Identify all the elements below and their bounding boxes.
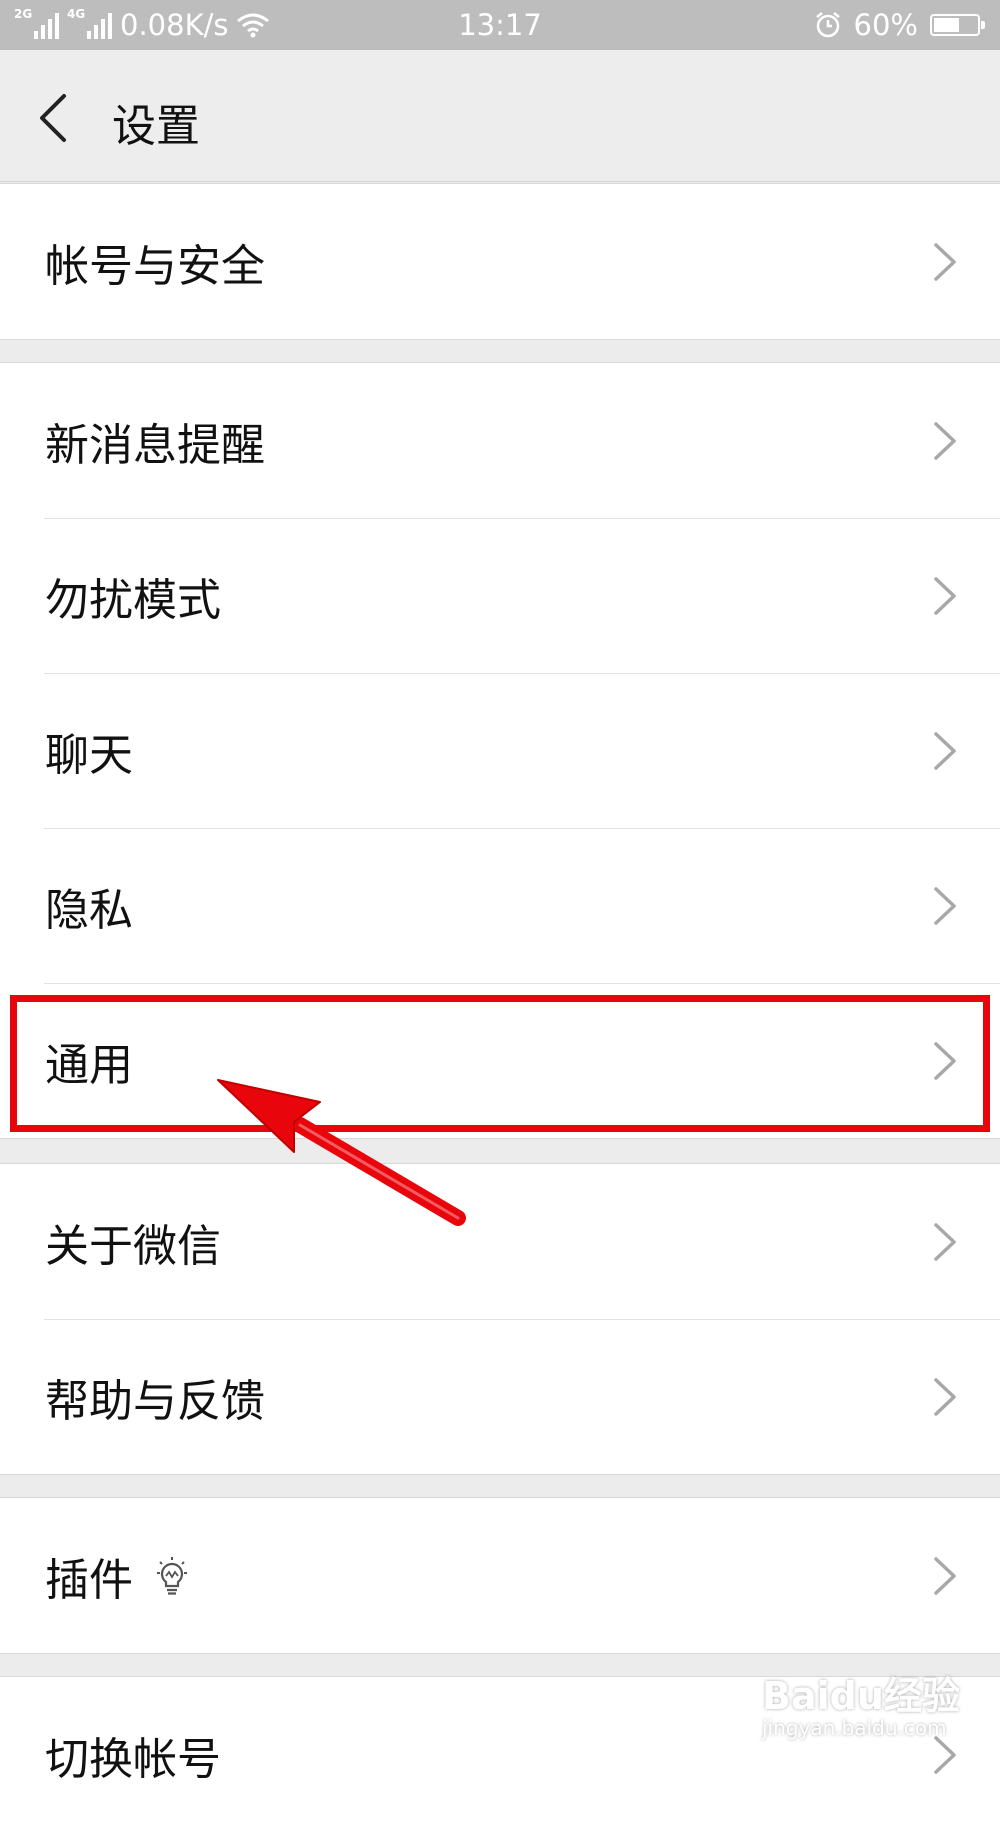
chevron-right-icon [934, 886, 956, 925]
settings-item-label: 切换帐号 [45, 1733, 221, 1785]
chevron-right-icon [934, 731, 956, 770]
settings-item-label: 聊天 [45, 729, 133, 781]
settings-item-do-not-disturb[interactable]: 勿扰模式 [0, 518, 1000, 673]
settings-item-chat[interactable]: 聊天 [0, 673, 1000, 828]
alarm-icon [815, 12, 840, 38]
settings-item-label: 勿扰模式 [45, 574, 221, 626]
chevron-right-icon [934, 421, 956, 460]
chevron-right-icon [934, 1222, 956, 1261]
settings-item-label: 插件 [45, 1544, 189, 1608]
chevron-right-icon [934, 242, 956, 281]
settings-item-label: 通用 [45, 1039, 133, 1091]
back-arrow-icon[interactable] [28, 88, 88, 148]
settings-item-label: 帐号与安全 [45, 240, 265, 292]
settings-group-plugins: 插件 [0, 1497, 1000, 1654]
page-title: 设置 [112, 101, 200, 152]
chevron-right-icon [934, 1041, 956, 1080]
settings-item-account-security[interactable]: 帐号与安全 [0, 184, 1000, 339]
settings-item-privacy[interactable]: 隐私 [0, 828, 1000, 983]
settings-item-label: 隐私 [45, 884, 133, 936]
chevron-right-icon [934, 1377, 956, 1416]
nav-header: 设置 [0, 50, 1000, 182]
settings-item-help-feedback[interactable]: 帮助与反馈 [0, 1319, 1000, 1474]
settings-item-new-message[interactable]: 新消息提醒 [0, 363, 1000, 518]
settings-item-label: 关于微信 [45, 1220, 221, 1272]
lightbulb-icon [157, 1556, 187, 1595]
chevron-right-icon [934, 576, 956, 615]
battery-percent: 60% [853, 8, 918, 42]
status-bar: 2G 4G 0.08K/s 13:17 60% [0, 0, 1000, 50]
settings-item-label: 新消息提醒 [45, 419, 265, 471]
settings-item-plugins[interactable]: 插件 [0, 1498, 1000, 1653]
settings-item-general[interactable]: 通用 [0, 983, 1000, 1138]
watermark-brand: Baidu经验 [762, 1674, 960, 1718]
plugins-label-text: 插件 [45, 1554, 133, 1606]
chevron-right-icon [934, 1556, 956, 1595]
settings-group-main: 新消息提醒 勿扰模式 聊天 隐私 通用 [0, 362, 1000, 1139]
settings-item-label: 帮助与反馈 [45, 1375, 265, 1427]
settings-group-about: 关于微信 帮助与反馈 [0, 1163, 1000, 1475]
battery-icon [930, 14, 985, 36]
settings-group-account: 帐号与安全 [0, 183, 1000, 340]
watermark-url: jingyan.baidu.com [762, 1716, 947, 1740]
settings-item-about-wechat[interactable]: 关于微信 [0, 1164, 1000, 1319]
watermark: Baidu经验 jingyan.baidu.com [762, 1665, 960, 1740]
